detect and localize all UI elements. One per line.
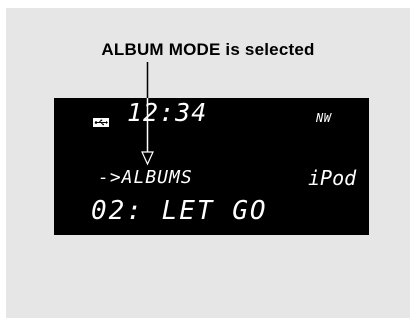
figure-caption: ALBUM MODE is selected [101,40,315,59]
clock-display: 12:34 [127,98,208,127]
network-indicator: NW [316,111,332,125]
track-display: 02: LET GO [91,196,268,226]
source-indicator: iPod [308,166,357,190]
usb-icon [93,114,109,132]
menu-selection: ->ALBUMS [98,167,193,188]
